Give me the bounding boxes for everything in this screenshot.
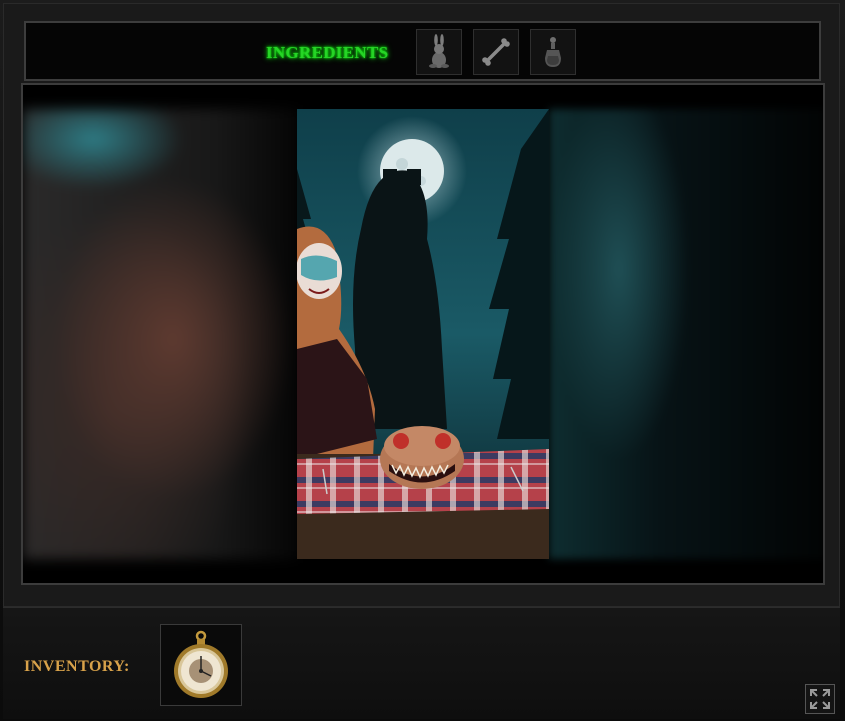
game-screen: INGREDIENTS INVENTORY: [0,0,845,721]
picnic-scene-illustration [297,109,549,559]
fullscreen-icon [810,689,830,709]
ingredients-bar: INGREDIENTS [24,21,821,81]
scene-blur-right [549,109,823,559]
ingredient-slot-potion[interactable] [530,29,576,75]
ingredients-label: INGREDIENTS [266,43,389,62]
inventory-label: INVENTORY: [24,658,130,675]
fullscreen-button[interactable] [805,684,835,714]
scene-blur-left [23,109,299,559]
scene-image[interactable] [297,109,549,559]
bone-icon [482,38,510,66]
rabbit-icon [429,34,449,68]
potion-bottle-icon [545,37,561,67]
ingredient-slot-bone[interactable] [473,29,519,75]
ingredient-slot-rabbit[interactable] [416,29,462,75]
inventory-panel: INVENTORY: [3,607,840,719]
scene-viewport[interactable] [21,83,825,585]
pocket-watch-icon [174,630,228,698]
inventory-slot-pocket-watch[interactable] [160,624,242,706]
